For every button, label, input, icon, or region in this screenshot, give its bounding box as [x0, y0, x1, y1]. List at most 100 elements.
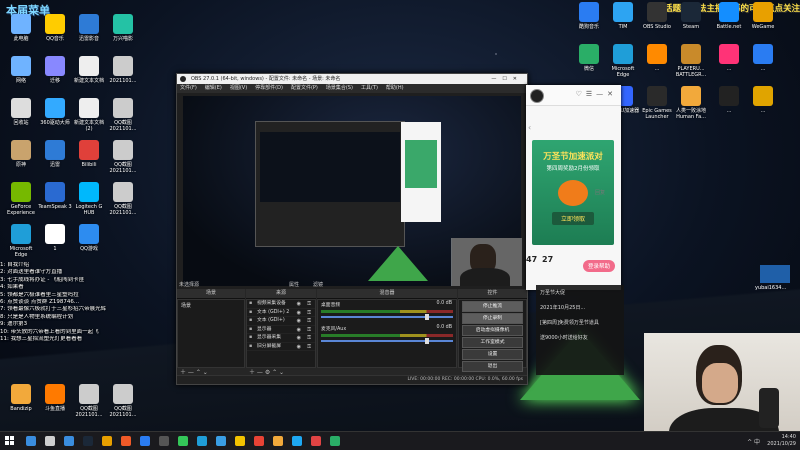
- control-button[interactable]: 设置: [462, 349, 523, 360]
- control-button[interactable]: 工作室模式: [462, 337, 523, 348]
- desktop-icon[interactable]: Logitech G HUB: [72, 182, 106, 216]
- desktop-icon[interactable]: 2021101...: [106, 56, 140, 84]
- desktop-icon[interactable]: 迁移: [38, 56, 72, 84]
- start-button[interactable]: [5, 436, 15, 446]
- desktop-icon[interactable]: 回收站: [4, 98, 38, 126]
- desktop-icon[interactable]: QQ截图 2021101...: [72, 384, 106, 418]
- lock-icon[interactable]: ⚿: [307, 344, 311, 352]
- visibility-icon[interactable]: ◉: [297, 318, 301, 326]
- ad-popup[interactable]: ♡☰—✕ ‹ 万圣节加速派对 第四周奖励2月份领取 立即领取 回复 47 27 …: [526, 85, 621, 290]
- source-item[interactable]: ▪ 显示器 ◉ ⚿: [247, 326, 315, 335]
- notification-item[interactable]: 万圣节大促: [536, 285, 624, 300]
- taskbar-app-icon[interactable]: [121, 436, 131, 446]
- obs-titlebar[interactable]: OBS 27.0.1 (64-bit, windows) - 配置文件: 未命名…: [177, 74, 527, 84]
- lock-icon[interactable]: ⚿: [307, 310, 311, 318]
- system-tray[interactable]: ^ 中: [747, 437, 760, 446]
- taskbar-app-icon[interactable]: [102, 436, 112, 446]
- taskbar-app-icon[interactable]: [64, 436, 74, 446]
- popup-controls-icon[interactable]: ♡☰—✕: [576, 90, 617, 98]
- taskbar-app-icon[interactable]: [197, 436, 207, 446]
- desktop-icon[interactable]: 酷狗音乐: [572, 2, 606, 30]
- desktop-icon[interactable]: 360驱动大师: [38, 98, 72, 126]
- desktop-icon[interactable]: ...: [640, 44, 674, 72]
- menu-item[interactable]: 文件(F): [180, 85, 197, 91]
- taskbar-app-icon[interactable]: [235, 436, 245, 446]
- desktop-icon[interactable]: Microsoft Edge: [606, 44, 640, 78]
- volume-slider[interactable]: [321, 338, 453, 344]
- obs-window[interactable]: OBS 27.0.1 (64-bit, windows) - 配置文件: 未命名…: [176, 73, 528, 385]
- lock-icon[interactable]: ⚿: [307, 327, 311, 335]
- taskbar-app-icon[interactable]: [292, 436, 302, 446]
- desktop-icon[interactable]: QQ截图 2021101...: [106, 384, 140, 418]
- notification-item[interactable]: [第四周]免费领万圣节道具: [536, 315, 624, 330]
- notification-item[interactable]: 2021年10月25日...: [536, 300, 624, 315]
- control-button[interactable]: 启动虚拟摄像机: [462, 325, 523, 336]
- scene-item[interactable]: 场景: [178, 300, 244, 311]
- properties-button[interactable]: 属性: [289, 281, 299, 288]
- desktop-icon[interactable]: 网络: [4, 56, 38, 84]
- desktop-icon[interactable]: 新建文本文档: [72, 56, 106, 84]
- menu-item[interactable]: 配置文件(P): [291, 85, 318, 91]
- desktop-icon[interactable]: Bilibili: [72, 140, 106, 168]
- desktop-icon[interactable]: QQ音乐: [38, 14, 72, 42]
- desktop-icon[interactable]: 斗鱼直播: [38, 384, 72, 412]
- desktop-icon[interactable]: Steam: [674, 2, 708, 30]
- taskbar-app-icon[interactable]: [254, 436, 264, 446]
- taskbar-clock[interactable]: 14:40 2021/10/29: [767, 434, 796, 448]
- desktop-icon[interactable]: QQ截图2021101...: [106, 182, 140, 216]
- volume-slider[interactable]: [321, 314, 453, 320]
- control-button[interactable]: 停止录制: [462, 313, 523, 324]
- desktop-icon[interactable]: 原神: [4, 140, 38, 168]
- desktop-icon[interactable]: GeForce Experience: [4, 182, 38, 216]
- desktop-icon[interactable]: PLAYERU... BATTLEGR...: [674, 44, 708, 78]
- back-icon[interactable]: ‹: [528, 123, 531, 132]
- visibility-icon[interactable]: ◉: [297, 301, 301, 309]
- taskbar-app-icon[interactable]: [140, 436, 150, 446]
- source-item[interactable]: ▪ 旧分屏截屏 ◉ ⚿: [247, 343, 315, 352]
- desktop-icon[interactable]: QQ游戏: [72, 224, 106, 252]
- desktop-icon[interactable]: ...: [712, 86, 746, 114]
- desktop-icon[interactable]: 人类一败涂地 Human Fa...: [674, 86, 708, 120]
- lock-icon[interactable]: ⚿: [307, 335, 311, 343]
- desktop-icon[interactable]: Epic Games Launcher: [640, 86, 674, 120]
- taskbar-app-icon[interactable]: [330, 436, 340, 446]
- desktop-icon[interactable]: ...: [746, 44, 780, 72]
- taskbar-app-icon[interactable]: [159, 436, 169, 446]
- desktop-icon[interactable]: TeamSpeak 3: [38, 182, 72, 210]
- taskbar-app-icon[interactable]: [311, 436, 321, 446]
- claim-button[interactable]: 立即领取: [552, 212, 594, 225]
- visibility-icon[interactable]: ◉: [297, 344, 301, 352]
- login-help-button[interactable]: 登录帮助: [582, 260, 615, 272]
- desktop-icon[interactable]: TIM: [606, 2, 640, 30]
- lock-icon[interactable]: ⚿: [307, 301, 311, 309]
- menu-item[interactable]: 视图(V): [230, 85, 247, 91]
- visibility-icon[interactable]: ◉: [297, 310, 301, 318]
- menu-item[interactable]: 场景集合(S): [326, 85, 353, 91]
- notification-item[interactable]: 送9000小时送给好友: [536, 330, 624, 345]
- desktop-icon[interactable]: Microsoft Edge: [4, 224, 38, 258]
- control-button[interactable]: 停止推流: [462, 301, 523, 312]
- desktop-icon[interactable]: QQ截图2021101...: [106, 140, 140, 174]
- lock-icon[interactable]: ⚿: [307, 318, 311, 326]
- desktop-icon[interactable]: 新建文本文档(2): [72, 98, 106, 132]
- desktop-icon[interactable]: 此电脑: [4, 14, 38, 42]
- desktop-icon[interactable]: Battle.net: [712, 2, 746, 30]
- desktop-icon[interactable]: Bandizip: [4, 384, 38, 412]
- taskbar-app-icon[interactable]: [273, 436, 283, 446]
- desktop-icon[interactable]: 迅雷: [38, 140, 72, 168]
- menu-item[interactable]: 编辑(E): [205, 85, 222, 91]
- window-controls-icon[interactable]: —☐✕: [491, 74, 523, 84]
- desktop-icon[interactable]: 1: [38, 224, 72, 252]
- menu-item[interactable]: 停靠部件(D): [255, 85, 283, 91]
- visibility-icon[interactable]: ◉: [297, 327, 301, 335]
- visibility-icon[interactable]: ◉: [297, 335, 301, 343]
- source-item[interactable]: ▪ 文本 (GDI+) ◉ ⚿: [247, 317, 315, 326]
- desktop-icon[interactable]: 迅雷影音: [72, 14, 106, 42]
- taskbar-app-icon[interactable]: [83, 436, 93, 446]
- control-button[interactable]: 退出: [462, 361, 523, 372]
- taskbar-app-icon[interactable]: [178, 436, 188, 446]
- desktop-icon[interactable]: QQ截图2021101...: [106, 98, 140, 132]
- desktop-icon[interactable]: WeGame: [746, 2, 780, 30]
- source-item[interactable]: ▪ 视频采集设备 ◉ ⚿: [247, 300, 315, 309]
- filters-button[interactable]: 滤镜: [313, 281, 323, 288]
